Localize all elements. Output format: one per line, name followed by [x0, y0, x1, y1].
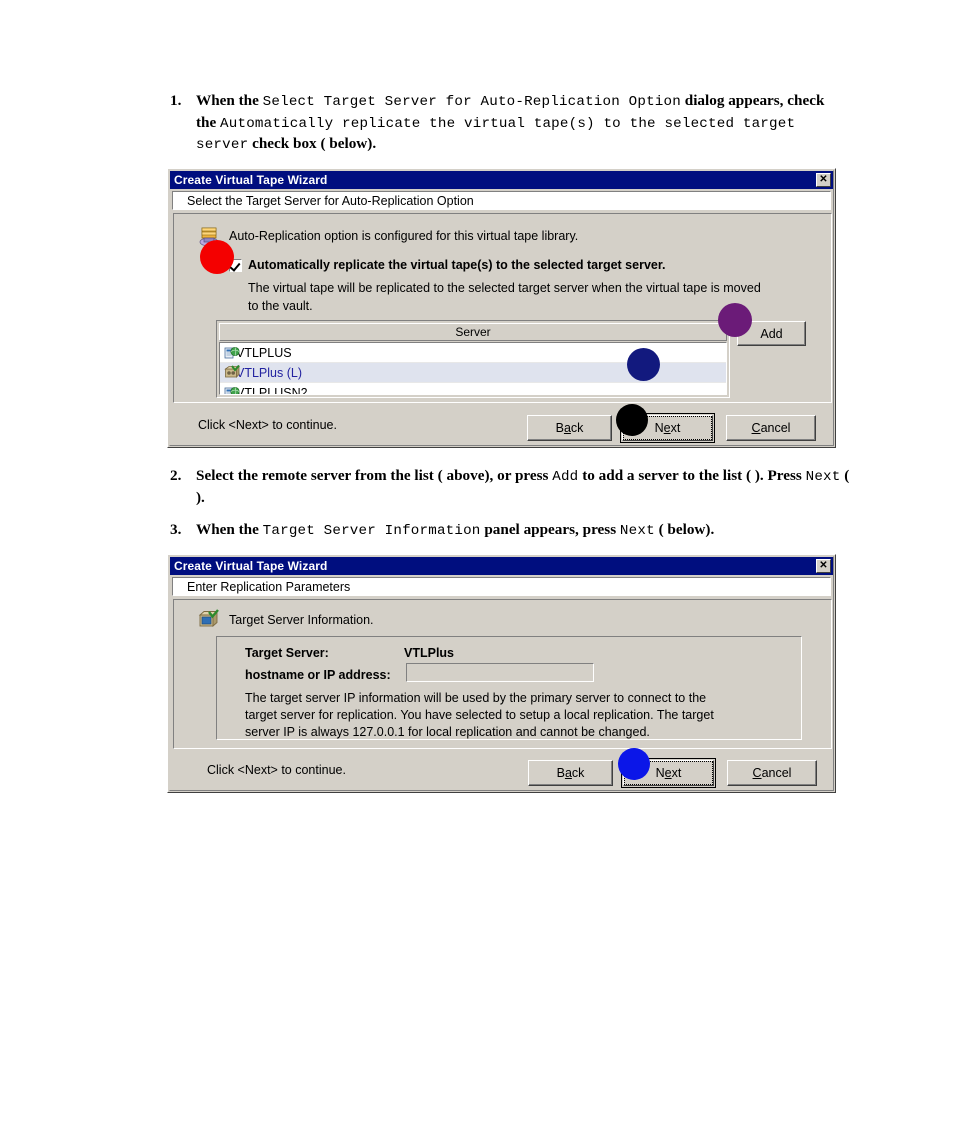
step-1: 1. When the Select Target Server for Aut… [170, 91, 840, 156]
next-button-callout-1 [616, 404, 648, 436]
dialog-1-titlebar: Create Virtual Tape Wizard ✕ [170, 171, 833, 189]
server-list-row-label: VTLPlus (L) [236, 365, 302, 380]
step-1-seg-4: check box ( below). [248, 135, 377, 152]
step-2-text: Select the remote server from the list (… [196, 466, 850, 508]
step-3-text: When the Target Server Information panel… [196, 520, 850, 542]
dialog-2-subheader-text: Enter Replication Parameters [187, 579, 351, 594]
cancel-button-label: Cancel [751, 421, 791, 435]
cancel-button[interactable]: Cancel [726, 415, 816, 441]
server-list-row-label: VTLPLUS [236, 345, 292, 360]
dialog-2-info-text: Target Server Information. [229, 613, 374, 627]
step-3-seg-1: Target Server Information [262, 523, 481, 539]
hostname-input[interactable] [406, 663, 596, 682]
step-2-seg-2: to add a server to the list ( ). Press [578, 467, 806, 484]
auto-replicate-checkbox-label: Automatically replicate the virtual tape… [248, 258, 666, 272]
server-list-callout [627, 348, 660, 381]
close-icon[interactable]: ✕ [816, 173, 831, 187]
add-server-button-label: Add [760, 326, 783, 341]
tape-box-icon [224, 365, 240, 378]
server-list-column-header-label: Server [455, 325, 491, 339]
target-server-groupbox: Target Server: VTLPlus hostname or IP ad… [216, 636, 802, 740]
dialog-2-description-line-2: target server for replication. You have … [245, 708, 714, 722]
step-1-number: 1. [170, 92, 182, 109]
step-3-seg-4: ( below). [654, 521, 715, 538]
dialog-1-description-line-2: to the vault. [248, 299, 313, 313]
dialog-1-info-text: Auto-Replication option is configured fo… [229, 229, 579, 243]
step-3: 3. When the Target Server Information pa… [170, 520, 850, 542]
dialog-2-title: Create Virtual Tape Wizard [174, 559, 328, 573]
server-globe-icon [224, 346, 240, 359]
back-button-label: Back [555, 421, 584, 435]
dialog-2-description-line-1: The target server IP information will be… [245, 691, 707, 705]
next-button-callout-2 [618, 748, 650, 780]
checkbox-callout [200, 240, 234, 274]
cancel-button[interactable]: Cancel [727, 760, 817, 786]
dialog-2-subheader: Enter Replication Parameters [172, 577, 831, 596]
step-1-seg-0: When the [196, 92, 263, 109]
dialog-1-footer-text: Click <Next> to continue. [198, 418, 337, 432]
step-2-seg-0: Select the remote server from the list (… [196, 467, 553, 484]
back-button[interactable]: Back [527, 415, 612, 441]
step-1-seg-1: Select Target Server for Auto-Replicatio… [262, 94, 681, 110]
dialog-2-content-pane: Target Server Information. Target Server… [173, 599, 832, 749]
dialog-2-titlebar: Create Virtual Tape Wizard ✕ [170, 557, 833, 575]
table-row[interactable]: VTLPLUSN2 [220, 383, 726, 395]
dialog-2-description-line-3: server IP is always 127.0.0.1 for local … [245, 725, 650, 739]
dialog-1-description-line-1: The virtual tape will be replicated to t… [248, 281, 761, 295]
back-button-label: Back [556, 766, 585, 780]
create-virtual-tape-wizard-dialog-2[interactable]: Create Virtual Tape Wizard ✕ Enter Repli… [167, 554, 836, 793]
next-button-label: Next [654, 421, 681, 435]
hostname-label: hostname or IP address: [245, 668, 391, 682]
next-button-label: Next [655, 766, 682, 780]
step-2-seg-1: Add [552, 469, 579, 485]
server-globe-icon [224, 386, 240, 394]
step-2: 2. Select the remote server from the lis… [170, 466, 850, 508]
step-3-seg-2: panel appears, press [480, 521, 620, 538]
target-server-icon [198, 609, 219, 627]
target-server-value: VTLPlus [404, 646, 455, 660]
add-button-callout [718, 303, 752, 337]
step-3-seg-0: When the [196, 521, 263, 538]
cancel-button-label: Cancel [752, 766, 792, 780]
step-3-number: 3. [170, 521, 182, 538]
dialog-1-subheader: Select the Target Server for Auto-Replic… [172, 191, 831, 210]
server-list-row-label: VTLPLUSN2 [236, 385, 308, 395]
back-button[interactable]: Back [528, 760, 613, 786]
step-2-seg-3: Next [805, 469, 841, 485]
dialog-1-subheader-text: Select the Target Server for Auto-Replic… [187, 193, 474, 208]
step-1-text: When the Select Target Server for Auto-R… [196, 91, 840, 156]
dialog-2-footer-text: Click <Next> to continue. [207, 763, 346, 777]
target-server-label: Target Server: [245, 646, 329, 660]
hostname-input-field[interactable] [408, 665, 596, 680]
step-2-number: 2. [170, 467, 182, 484]
server-list-column-header[interactable]: Server [219, 323, 727, 341]
close-icon[interactable]: ✕ [816, 559, 831, 573]
dialog-1-title: Create Virtual Tape Wizard [174, 173, 328, 187]
step-3-seg-3: Next [619, 523, 655, 539]
